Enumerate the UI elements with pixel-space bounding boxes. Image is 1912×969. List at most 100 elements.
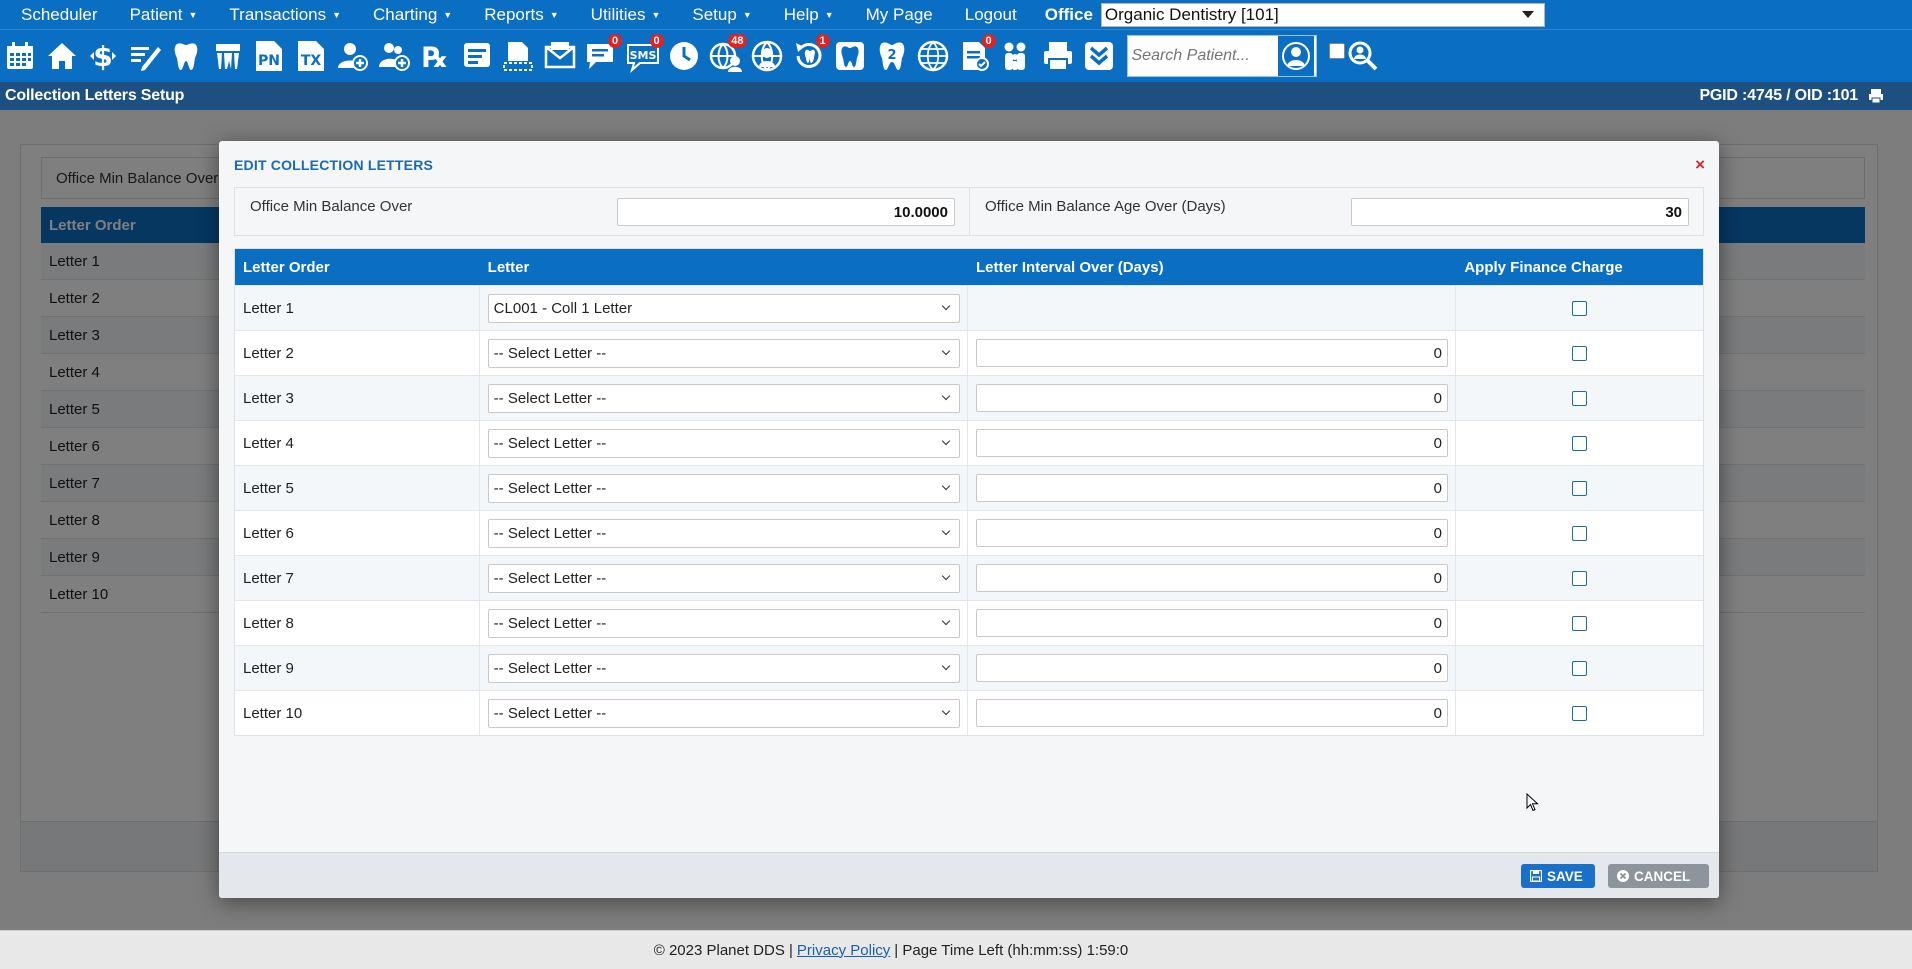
letter-select[interactable]: -- Select Letter -- <box>487 383 960 413</box>
caret-down-icon: ▼ <box>549 9 559 20</box>
online-patients-icon[interactable]: 48 <box>708 34 747 76</box>
min-balance-row: Office Min Balance Over Office Min Balan… <box>234 187 1704 236</box>
web-support-icon[interactable] <box>749 36 785 76</box>
letter-select[interactable]: -- Select Letter -- <box>487 473 960 503</box>
web-tooth-icon[interactable] <box>915 36 951 76</box>
finance-charge-checkbox[interactable] <box>1572 345 1588 361</box>
letter-select[interactable]: -- Select Letter -- <box>487 698 960 728</box>
privacy-policy-link[interactable]: Privacy Policy <box>797 942 890 959</box>
chevron-down-icon <box>941 571 950 581</box>
toolbar-checkbox[interactable] <box>1328 43 1345 59</box>
save-button[interactable]: SAVE <box>1521 864 1595 888</box>
letter-select[interactable]: -- Select Letter -- <box>487 338 960 368</box>
teeth-icon[interactable] <box>210 36 246 76</box>
menu-logout[interactable]: Logout <box>965 5 1017 25</box>
letter-row: Letter 7 -- Select Letter -- <box>235 555 1703 600</box>
expand-down-icon[interactable] <box>1081 36 1117 76</box>
tx-icon[interactable]: TX <box>293 36 329 76</box>
page-time-left: | Page Time Left (hh:mm:ss) 1:59:0 <box>894 941 1129 959</box>
save-label: SAVE <box>1547 868 1583 884</box>
letter-select-value: CL001 - Coll 1 Letter <box>493 299 633 317</box>
sms-icon[interactable]: SMS 0 <box>625 34 664 76</box>
menu-help[interactable]: Help ▼ <box>784 5 834 25</box>
rx-icon[interactable]: ℞ <box>417 36 453 76</box>
interval-input[interactable] <box>976 339 1448 367</box>
letter-select[interactable]: -- Select Letter -- <box>487 428 960 458</box>
letter-select[interactable]: -- Select Letter -- <box>487 563 960 593</box>
messages-icon[interactable]: 0 <box>583 34 622 76</box>
finance-charge-checkbox[interactable] <box>1572 480 1588 496</box>
finance-charge-checkbox[interactable] <box>1572 300 1588 316</box>
search-patient-input[interactable] <box>1127 37 1278 75</box>
tooth-icon[interactable] <box>168 36 204 76</box>
print-page-icon[interactable] <box>1868 88 1884 104</box>
menu-my-page[interactable]: My Page <box>866 5 933 25</box>
finance-charge-checkbox[interactable] <box>1572 525 1588 541</box>
svg-text:$: $ <box>93 40 112 73</box>
interval-input[interactable] <box>976 654 1448 682</box>
finance-charge-checkbox[interactable] <box>1572 615 1588 631</box>
add-patient-icon[interactable] <box>334 36 370 76</box>
caret-down-icon: ▼ <box>651 9 661 20</box>
menu-utilities[interactable]: Utilities ▼ <box>591 5 661 25</box>
chevron-down-icon <box>941 526 950 536</box>
interval-input[interactable] <box>976 384 1448 412</box>
menu-patient[interactable]: Patient ▼ <box>130 5 198 25</box>
letter-order-cell: Letter 8 <box>235 601 480 645</box>
patient-lookup-icon[interactable] <box>1345 36 1381 76</box>
print-icon[interactable] <box>1040 36 1076 76</box>
tooth-chart-icon[interactable] <box>832 36 868 76</box>
family-icon[interactable] <box>998 36 1034 76</box>
finance-charge-checkbox[interactable] <box>1572 435 1588 451</box>
letter-select[interactable]: -- Select Letter -- <box>487 608 960 638</box>
mail-icon[interactable] <box>542 36 578 76</box>
interval-input[interactable] <box>976 564 1448 592</box>
icon-toolbar: $ PN TX ℞ 0 SMS 0 48 1 2 0 <box>0 29 1912 82</box>
menu-scheduler[interactable]: Scheduler <box>21 5 98 25</box>
caret-down-icon: ▼ <box>824 9 834 20</box>
notes-icon[interactable] <box>459 36 495 76</box>
interval-input[interactable] <box>976 429 1448 457</box>
clock-icon[interactable] <box>666 36 702 76</box>
close-icon[interactable]: × <box>1695 155 1705 175</box>
menu-transactions[interactable]: Transactions ▼ <box>229 5 341 25</box>
menu-setup[interactable]: Setup ▼ <box>692 5 751 25</box>
office-select[interactable]: Organic Dentistry [101] <box>1100 2 1545 27</box>
letter-select[interactable]: -- Select Letter -- <box>487 518 960 548</box>
calendar-icon[interactable] <box>2 36 38 76</box>
finance-charge-checkbox[interactable] <box>1572 390 1588 406</box>
letter-select[interactable]: -- Select Letter -- <box>487 653 960 683</box>
interval-input[interactable] <box>976 519 1448 547</box>
col-finance: Apply Finance Charge <box>1464 258 1623 276</box>
interval-input[interactable] <box>976 699 1448 727</box>
chevron-down-icon <box>941 301 950 311</box>
min-balance-input[interactable] <box>617 198 955 226</box>
letter-select-value: -- Select Letter -- <box>493 389 607 407</box>
menu-reports[interactable]: Reports ▼ <box>484 5 558 25</box>
patient-search-icon[interactable] <box>1277 36 1314 76</box>
pn-icon[interactable]: PN <box>251 36 287 76</box>
letter-select-value: -- Select Letter -- <box>493 479 607 497</box>
interval-input[interactable] <box>976 474 1448 502</box>
mouse-cursor-icon <box>1526 793 1539 812</box>
tooth-two-icon[interactable]: 2 <box>874 36 910 76</box>
home-icon[interactable] <box>44 36 80 76</box>
scan-icon[interactable] <box>500 36 536 76</box>
letter-order-cell: Letter 5 <box>235 466 480 510</box>
menu-charting[interactable]: Charting ▼ <box>373 5 452 25</box>
min-age-input[interactable] <box>1351 198 1689 226</box>
cancel-button[interactable]: CANCEL <box>1608 864 1709 888</box>
finance-charge-checkbox[interactable] <box>1572 570 1588 586</box>
office-label: Office <box>1044 4 1093 24</box>
add-family-icon[interactable] <box>376 36 412 76</box>
finance-charge-checkbox[interactable] <box>1572 705 1588 721</box>
claims-icon[interactable]: 0 <box>957 34 996 76</box>
caret-down-icon: ▼ <box>332 9 342 20</box>
page-ids: PGID :4745 / OID :101 <box>1699 87 1858 104</box>
letter-select[interactable]: CL001 - Coll 1 Letter <box>487 293 960 323</box>
dollar-icon[interactable]: $ <box>85 36 121 76</box>
edit-chart-icon[interactable] <box>127 36 163 76</box>
recall-icon[interactable]: 1 <box>791 34 830 76</box>
interval-input[interactable] <box>976 609 1448 637</box>
finance-charge-checkbox[interactable] <box>1572 660 1588 676</box>
